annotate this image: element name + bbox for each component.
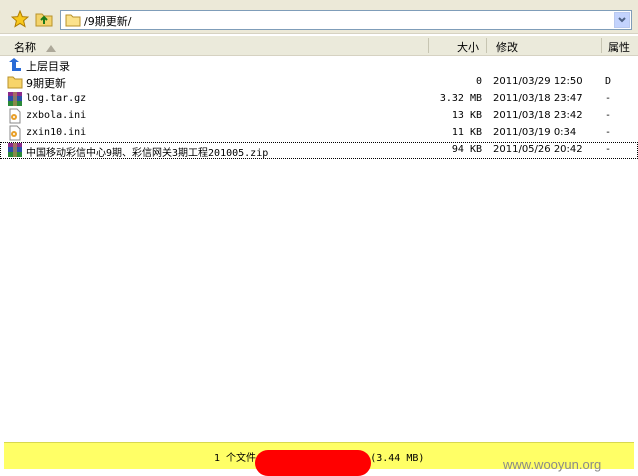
folder-icon	[7, 74, 23, 90]
file-date: 2011/03/19 0:34	[493, 127, 577, 138]
file-size: 0	[475, 76, 482, 87]
file-row[interactable]: zxbola.ini 13 KB 2011/03/18 23:42 -	[0, 108, 638, 125]
file-name: log.tar.gz	[26, 93, 87, 104]
ini-file-icon	[7, 125, 23, 141]
file-name: 上层目录	[26, 60, 70, 73]
column-separator[interactable]	[601, 38, 602, 53]
file-row-selected[interactable]: 中国移动彩信中心9期、彩信网关3期工程201005.zip 94 KB 2011…	[0, 142, 638, 159]
file-date: 2011/03/18 23:47	[493, 93, 583, 104]
file-size: 94 KB	[451, 144, 482, 155]
file-name: 9期更新	[26, 77, 66, 90]
archive-icon	[7, 91, 23, 107]
file-size: 11 KB	[451, 127, 482, 138]
column-separator[interactable]	[486, 38, 487, 53]
up-arrow-icon	[7, 57, 23, 73]
column-modified[interactable]: 修改	[496, 39, 518, 55]
file-attr: -	[605, 93, 612, 104]
file-row[interactable]: zxin10.ini 11 KB 2011/03/19 0:34 -	[0, 125, 638, 142]
address-dropdown-button[interactable]	[614, 12, 630, 28]
file-size: 13 KB	[451, 110, 482, 121]
file-attr: D	[605, 76, 612, 87]
column-header: 名称 大小 修改 属性	[0, 36, 638, 56]
file-name: zxbola.ini	[26, 110, 87, 121]
column-separator[interactable]	[428, 38, 429, 53]
file-date: 2011/03/18 23:42	[493, 110, 583, 121]
address-path: /9期更新/	[84, 15, 132, 28]
column-size[interactable]: 大小	[457, 39, 479, 55]
sort-ascending-icon	[46, 42, 56, 55]
file-row-parent[interactable]: 上层目录	[0, 57, 638, 74]
file-row[interactable]: 9期更新 0 2011/03/29 12:50 D	[0, 74, 638, 91]
folder-icon	[65, 13, 81, 27]
file-date: 2011/05/26 20:42	[493, 144, 583, 155]
file-name: zxin10.ini	[26, 127, 87, 138]
archive-icon	[7, 142, 23, 158]
star-icon[interactable]	[10, 9, 30, 28]
redaction-mark	[255, 450, 371, 476]
address-bar[interactable]: /9期更新/	[60, 10, 632, 30]
watermark: www.wooyun.org	[503, 457, 602, 472]
file-date: 2011/03/29 12:50	[493, 76, 583, 87]
ini-file-icon	[7, 108, 23, 124]
folder-up-icon[interactable]	[35, 10, 53, 28]
file-attr: -	[605, 127, 612, 138]
file-attr: -	[605, 110, 612, 121]
toolbar: /9期更新/	[0, 0, 638, 34]
file-row[interactable]: log.tar.gz 3.32 MB 2011/03/18 23:47 -	[0, 91, 638, 108]
file-size: 3.32 MB	[439, 93, 482, 104]
file-attr: -	[605, 144, 612, 155]
column-name[interactable]: 名称	[14, 39, 36, 55]
file-name: 中国移动彩信中心9期、彩信网关3期工程201005.zip	[26, 148, 269, 159]
column-attr[interactable]: 属性	[608, 39, 630, 55]
